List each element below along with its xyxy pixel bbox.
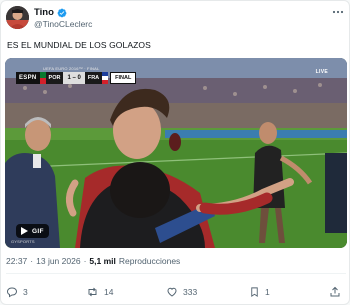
like-icon — [167, 287, 177, 297]
like-button[interactable]: 333 — [166, 282, 197, 302]
gif-frame — [5, 58, 347, 248]
watermark: GYSPORTS — [11, 239, 35, 244]
more-icon[interactable] — [332, 7, 344, 18]
author-handle[interactable]: @TinoCLeclerc — [34, 19, 92, 29]
share-icon — [330, 286, 340, 297]
bookmark-button[interactable]: 1 — [249, 282, 270, 302]
repost-count: 14 — [104, 287, 114, 297]
away-team: FRA — [84, 72, 103, 84]
match-status: FINAL — [110, 72, 137, 84]
reply-count: 3 — [23, 287, 28, 297]
verified-icon — [57, 8, 67, 17]
gif-label: GIF — [32, 227, 44, 235]
scoreboard-overlay: ESPN POR 1 – 0 FRA FINAL — [16, 72, 137, 84]
author-name-row: Tino — [34, 6, 67, 19]
views-count: 5,1 mil — [89, 256, 116, 266]
gif-badge[interactable]: GIF — [16, 224, 49, 238]
share-button[interactable] — [329, 282, 341, 302]
views-label: Reproducciones — [118, 256, 181, 266]
play-icon — [21, 227, 28, 235]
divider — [6, 273, 346, 274]
author-name[interactable]: Tino — [34, 7, 54, 18]
away-flag — [102, 72, 109, 84]
post-meta: 22:37 · 13 jun 2026 · 5,1 mil Reproducci… — [6, 256, 180, 266]
post-date[interactable]: 13 jun 2026 — [36, 256, 80, 266]
avatar[interactable] — [6, 6, 29, 29]
bookmark-count: 1 — [265, 287, 270, 297]
meta-separator: · — [83, 256, 87, 266]
post-time[interactable]: 22:37 — [6, 256, 27, 266]
repost-icon — [88, 287, 97, 297]
action-bar: 3 14 333 1 — [1, 282, 350, 302]
post-card[interactable]: Tino @TinoCLeclerc ES EL MUNDIAL DE LOS … — [0, 0, 350, 305]
live-label: LIVE — [315, 69, 328, 75]
meta-separator: · — [30, 256, 34, 266]
bookmark-icon — [251, 287, 258, 297]
reply-button[interactable]: 3 — [6, 282, 28, 302]
score: 1 – 0 — [63, 72, 85, 84]
reply-icon — [6, 287, 18, 298]
home-team: POR — [45, 72, 64, 84]
post-header: Tino @TinoCLeclerc — [1, 1, 350, 35]
network-logo: ESPN — [16, 72, 40, 84]
post-text: ES EL MUNDIAL DE LOS GOLAZOS — [7, 40, 151, 50]
like-count: 333 — [183, 287, 198, 297]
competition-label: UEFA EURO 2016™ · FINAL — [43, 66, 100, 71]
repost-button[interactable]: 14 — [86, 282, 113, 302]
media-gif[interactable]: ESPN POR 1 – 0 FRA FINAL UEFA EURO 2016™… — [5, 58, 347, 248]
